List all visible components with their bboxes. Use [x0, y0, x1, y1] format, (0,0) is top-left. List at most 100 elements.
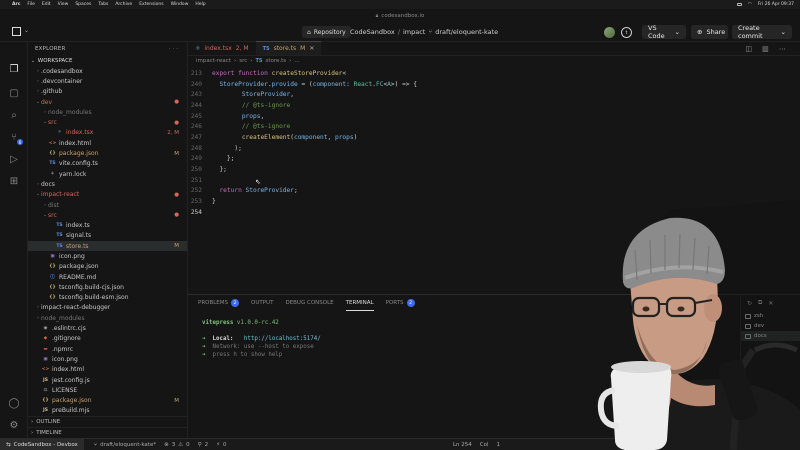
panel-tab-ports[interactable]: PORTS 2 — [386, 295, 415, 311]
code-editor[interactable]: 213 export function createStoreProvider< 2… — [188, 68, 800, 218]
tree-item[interactable]: <> index.html — [28, 138, 187, 148]
tree-item[interactable]: › .devcontainer — [28, 76, 187, 86]
tree-item[interactable]: JS jest.config.js — [28, 375, 187, 385]
crumb-branch[interactable]: draft/eloquent-kate — [435, 28, 498, 36]
code-line[interactable]: 213 export function createStoreProvider< — [188, 68, 800, 79]
code-line[interactable]: 246 // @ts-ignore — [188, 121, 800, 132]
menu-app-name[interactable]: Arc — [12, 2, 20, 7]
open-in-vscode-button[interactable]: VS Code ⌄ — [642, 24, 686, 40]
avatar[interactable] — [604, 27, 615, 38]
branch-indicator[interactable]: ⑂ draft/eloquent-kate* — [94, 442, 156, 448]
crumb-repo[interactable]: impact — [403, 28, 425, 36]
cursor-col[interactable]: 1 — [497, 442, 501, 448]
menu-item-extensions[interactable]: Extensions — [139, 2, 163, 7]
code-line[interactable]: 254 — [188, 207, 800, 218]
tree-item[interactable]: › .codesandbox — [28, 66, 187, 76]
code-line[interactable]: 243 StoreProvider, — [188, 89, 800, 100]
tree-item[interactable]: ⌄ src ● — [28, 117, 187, 127]
tests-indicator[interactable]: ⚡ 0 — [216, 442, 226, 448]
code-line[interactable]: 247 createElement(component, props) — [188, 132, 800, 143]
crumb-folder[interactable]: src — [239, 58, 247, 64]
menu-item-archive[interactable]: Archive — [115, 2, 132, 7]
crumb-file[interactable]: store.ts — [265, 58, 286, 64]
code-line[interactable]: 251 — [188, 175, 800, 186]
tree-item[interactable]: TS store.ts M — [28, 241, 187, 252]
menu-item-window[interactable]: Window — [171, 2, 189, 7]
tree-item[interactable]: ⚖ LICENSE — [28, 385, 187, 395]
panel-tab-debug-console[interactable]: DEBUG CONSOLE — [285, 295, 333, 311]
tree-item[interactable]: ⚛ index.tsx 2, M — [28, 128, 187, 138]
code-line[interactable]: 249 }; — [188, 154, 800, 165]
timeline-section[interactable]: › TIMELINE — [28, 427, 188, 437]
tree-item[interactable]: {} package.json M — [28, 148, 187, 158]
cursor-position[interactable]: Ln 254 — [453, 442, 472, 448]
tree-item[interactable]: ▣ icon.png — [28, 251, 187, 261]
chevron-down-icon[interactable]: ⌄ — [24, 27, 29, 34]
tree-item[interactable]: › dist — [28, 200, 187, 210]
codesandbox-logo-icon[interactable] — [12, 27, 21, 36]
tree-item[interactable]: ◆ .gitignore — [28, 334, 187, 344]
terminal-session-dev[interactable]: dev — [741, 321, 800, 331]
split-icon[interactable]: ⧉ — [758, 299, 762, 307]
run-debug-icon[interactable]: ▷ — [7, 152, 21, 166]
tree-item[interactable]: ⌄ impact-react ● — [28, 190, 187, 200]
menu-item-help[interactable]: Help — [195, 2, 205, 7]
tree-item[interactable]: › node_modules — [28, 313, 187, 323]
panel-tab-output[interactable]: OUTPUT — [251, 295, 273, 311]
close-icon[interactable]: ✕ — [768, 300, 773, 307]
tab-store-ts[interactable]: TS store.ts M ✕ — [255, 41, 322, 55]
menu-item-file[interactable]: File — [27, 2, 35, 7]
tree-item[interactable]: JS preBuild.mjs — [28, 406, 187, 416]
tree-item[interactable]: › docs — [28, 179, 187, 189]
tree-item[interactable]: TS signal.ts — [28, 231, 187, 241]
close-icon[interactable]: ✕ — [309, 45, 314, 52]
remote-indicator[interactable]: ⇆ CodeSandbox - Devbox — [0, 438, 84, 450]
user-menu-icon[interactable]: t — [621, 27, 632, 38]
tree-item[interactable]: {} package.json — [28, 262, 187, 272]
panel-tab-problems[interactable]: PROBLEMS 2 — [198, 295, 240, 311]
source-control-icon[interactable]: ⑂ 6 — [7, 130, 23, 145]
code-line[interactable]: 248 ); — [188, 143, 800, 154]
tree-item[interactable]: ▬ .npmrc — [28, 344, 187, 354]
tree-item[interactable]: ◉ .eslintrc.cjs — [28, 323, 187, 333]
window-url[interactable]: codesandbox.io — [381, 13, 424, 19]
explorer-actions[interactable]: ··· — [169, 46, 180, 52]
tree-item[interactable]: ⓘ README.md — [28, 272, 187, 282]
code-line[interactable]: 240 StoreProvider.provide = (component: … — [188, 79, 800, 90]
search-icon[interactable]: ⌕ — [7, 108, 21, 122]
terminal-local-url[interactable]: http://localhost:5174/ — [244, 336, 321, 342]
menu-item-spaces[interactable]: Spaces — [75, 2, 91, 7]
gear-icon[interactable]: ⚙ — [7, 418, 21, 432]
tree-item[interactable]: TS index.ts — [28, 220, 187, 230]
cursor-col-label[interactable]: Col — [480, 442, 489, 448]
menu-item-tabs[interactable]: Tabs — [98, 2, 108, 7]
create-commit-button[interactable]: Create commit ⌄ — [732, 24, 792, 40]
code-line[interactable]: 253} — [188, 196, 800, 207]
code-line[interactable]: 245 props, — [188, 111, 800, 122]
tree-item[interactable]: ⚘ yarn.lock — [28, 169, 187, 179]
code-line[interactable]: 252 return StoreProvider; — [188, 186, 800, 197]
tree-item[interactable]: › impact-react-debugger — [28, 303, 187, 313]
terminal-output[interactable]: vitepress v1.0.0-rc.42 ➜ Local: http://l… — [202, 319, 321, 359]
tree-item[interactable]: › .github — [28, 87, 187, 97]
tree-item[interactable]: {} tsconfig.build-cjs.json — [28, 282, 187, 292]
crumb-org[interactable]: CodeSandbox — [350, 28, 395, 36]
panel-tab-terminal[interactable]: TERMINAL — [345, 295, 374, 311]
tree-item[interactable]: › node_modules — [28, 107, 187, 117]
menu-item-view[interactable]: View — [58, 2, 69, 7]
code-line[interactable]: 244 // @ts-ignore — [188, 100, 800, 111]
tree-item[interactable]: {} package.json M — [28, 396, 187, 406]
tree-item[interactable]: ⌄ src ● — [28, 210, 187, 220]
workspace-section[interactable]: ⌄ WORKSPACE — [28, 56, 187, 66]
tree-item[interactable]: TS vite.config.ts — [28, 159, 187, 169]
crumb-folder[interactable]: impact-react — [196, 58, 231, 64]
tree-item[interactable]: ▣ icon.png — [28, 354, 187, 364]
repository-button[interactable]: ⌂ Repository — [302, 26, 351, 38]
tab-index-tsx[interactable]: ⚛ index.tsx 2, M — [188, 41, 256, 55]
terminal-session-docs[interactable]: docs — [741, 331, 800, 341]
tree-item[interactable]: ⌄ dev ● — [28, 97, 187, 107]
extensions-icon[interactable]: ⊞ — [7, 174, 21, 188]
menu-item-edit[interactable]: Edit — [42, 2, 51, 7]
editor-actions[interactable]: ◫ ▥ ⋯ — [745, 45, 790, 53]
outline-section[interactable]: › OUTLINE — [28, 416, 188, 426]
